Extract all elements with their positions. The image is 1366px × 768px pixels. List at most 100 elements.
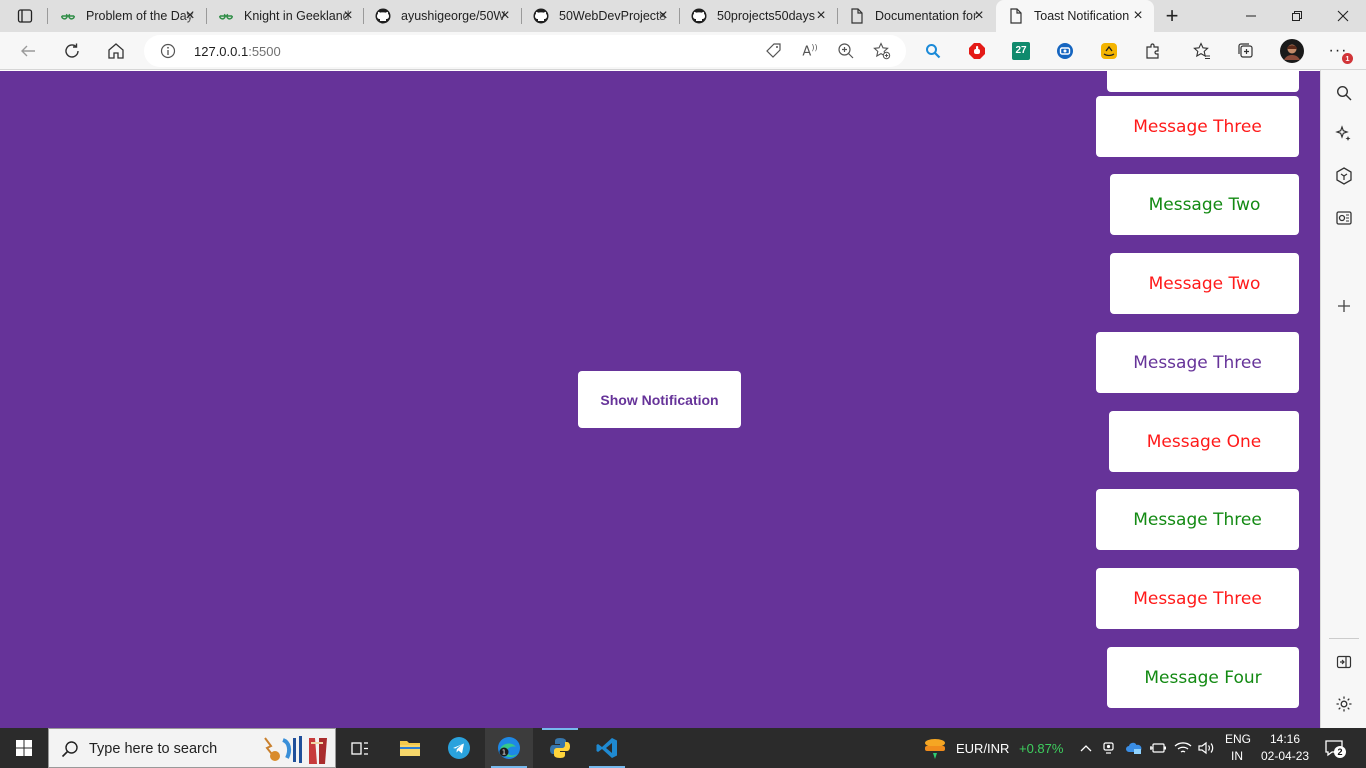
zoom-button[interactable] [830,35,862,67]
notification-count-badge: 2 [1334,746,1346,758]
tab-problem-of-the-day[interactable]: Problem of the Day × [48,0,206,32]
clock-date: 02-04-23 [1261,749,1310,763]
close-icon[interactable]: × [1130,8,1146,24]
ticker-name[interactable]: EUR/INR [956,741,1009,756]
read-aloud-button[interactable]: A)) [794,35,826,67]
tab-github-ayushigeorge[interactable]: ayushigeorge/50W × [363,0,521,32]
edge-sidebar [1320,70,1366,728]
plus-icon [1338,300,1350,312]
folder-icon [400,741,420,756]
close-icon[interactable]: × [340,8,356,24]
telegram-button[interactable] [435,728,483,768]
hide-sidebar-icon [1336,655,1352,669]
search-icon [61,741,78,758]
close-icon[interactable]: × [182,8,198,24]
restore-button[interactable] [1274,0,1320,32]
adblock-icon [969,43,985,59]
home-icon [108,43,124,59]
toast: Message Three [1096,332,1299,393]
taskbar-search-box[interactable]: Type here to search [48,728,336,768]
edge-icon: 1 [498,737,520,759]
close-icon[interactable]: × [655,8,671,24]
close-icon [1337,10,1349,22]
sidebar-games-button[interactable] [1328,160,1360,192]
tab-github-50webdevprojects[interactable]: 50WebDevProjects × [521,0,679,32]
clock-time[interactable]: 14:16 [1270,732,1300,746]
minimize-button[interactable] [1228,0,1274,32]
volume-tray-button[interactable] [1196,738,1216,758]
refresh-icon [65,43,79,58]
close-icon[interactable]: × [971,8,987,24]
close-icon[interactable]: × [497,8,513,24]
zoom-in-icon [838,43,854,59]
show-hidden-icons-button[interactable] [1076,738,1096,758]
search-extension-button[interactable] [917,35,949,67]
favorites-button[interactable] [1186,35,1218,67]
meet-now-icon-button[interactable] [1100,738,1120,758]
read-aloud-icon: A)) [802,42,818,60]
toast: Message Four [1107,647,1299,708]
sidebar-search-button[interactable] [1328,77,1360,109]
battery-tray-button[interactable] [1148,738,1168,758]
tab-github-50projects50days[interactable]: 50projects50days × [679,0,837,32]
wifi-icon [1174,742,1192,753]
collections-button[interactable] [1230,35,1262,67]
add-favorite-button[interactable] [866,35,898,67]
back-button[interactable] [12,35,44,67]
adblock-extension-button[interactable] [961,35,993,67]
close-icon[interactable]: × [813,8,829,24]
edge-button[interactable]: 1 [485,728,533,768]
tab-toast-notification[interactable]: Toast Notification × [996,0,1154,32]
tab-strip: Problem of the Day × Knight in Geekland … [0,0,1366,32]
extensions-button[interactable] [1137,35,1169,67]
plus-icon: + [1165,3,1179,28]
refresh-button[interactable] [56,35,88,67]
home-button[interactable] [100,35,132,67]
search-placeholder: Type here to search [89,741,218,757]
new-tab-button[interactable]: + [1149,0,1195,32]
vscode-button[interactable] [583,728,631,768]
site-info-icon[interactable] [160,43,176,59]
favorites-icon [1193,42,1210,59]
screen-capture-extension-button[interactable] [1049,35,1081,67]
settings-more-button[interactable]: ··· 1 [1322,35,1354,67]
toast: Message One [1109,411,1299,472]
show-notification-button[interactable]: Show Notification [578,371,741,428]
onedrive-tray-button[interactable] [1124,738,1144,758]
language-code[interactable]: ENG [1225,732,1251,746]
start-button[interactable] [0,728,48,768]
weather-ticker-icon [925,739,945,759]
github-icon [691,8,707,24]
toast: Message Two [1110,253,1299,314]
tab-knight-in-geekland[interactable]: Knight in Geekland × [206,0,364,32]
sidebar-outlook-button[interactable] [1328,202,1360,234]
tab-documentation[interactable]: Documentation for × [837,0,995,32]
sidebar-settings-button[interactable] [1328,688,1360,720]
chevron-up-icon [1080,745,1092,752]
coupon-button[interactable] [758,35,790,67]
top-indicator [542,728,578,730]
address-bar[interactable]: 127.0.0.1:5500 A)) [144,35,906,67]
python-button[interactable] [536,728,584,768]
page-viewport: Show Notification Message Three Message … [0,71,1320,728]
notifications-button[interactable]: 2 [1322,738,1346,758]
back-arrow-icon [21,45,35,57]
profile-button[interactable] [1276,35,1308,67]
browser-toolbar: 127.0.0.1:5500 A)) 27 ··· 1 [0,32,1366,92]
tab-actions-button[interactable] [8,4,42,28]
sidebar-discover-button[interactable] [1328,118,1360,150]
task-view-button[interactable] [336,728,384,768]
outlook-icon [1336,211,1352,225]
file-explorer-button[interactable] [386,728,434,768]
search-icon [926,44,941,59]
notification-badge: 1 [1342,53,1353,64]
calendar-extension-button[interactable]: 27 [1005,35,1037,67]
url-text: 127.0.0.1:5500 [194,44,281,59]
wifi-tray-button[interactable] [1173,738,1193,758]
ticker-change: +0.87% [1019,741,1064,756]
arrow-extension-button[interactable] [1093,35,1125,67]
sidebar-add-button[interactable] [1328,290,1360,322]
close-window-button[interactable] [1320,0,1366,32]
cloud-icon [1126,742,1142,754]
sidebar-hide-button[interactable] [1328,646,1360,678]
